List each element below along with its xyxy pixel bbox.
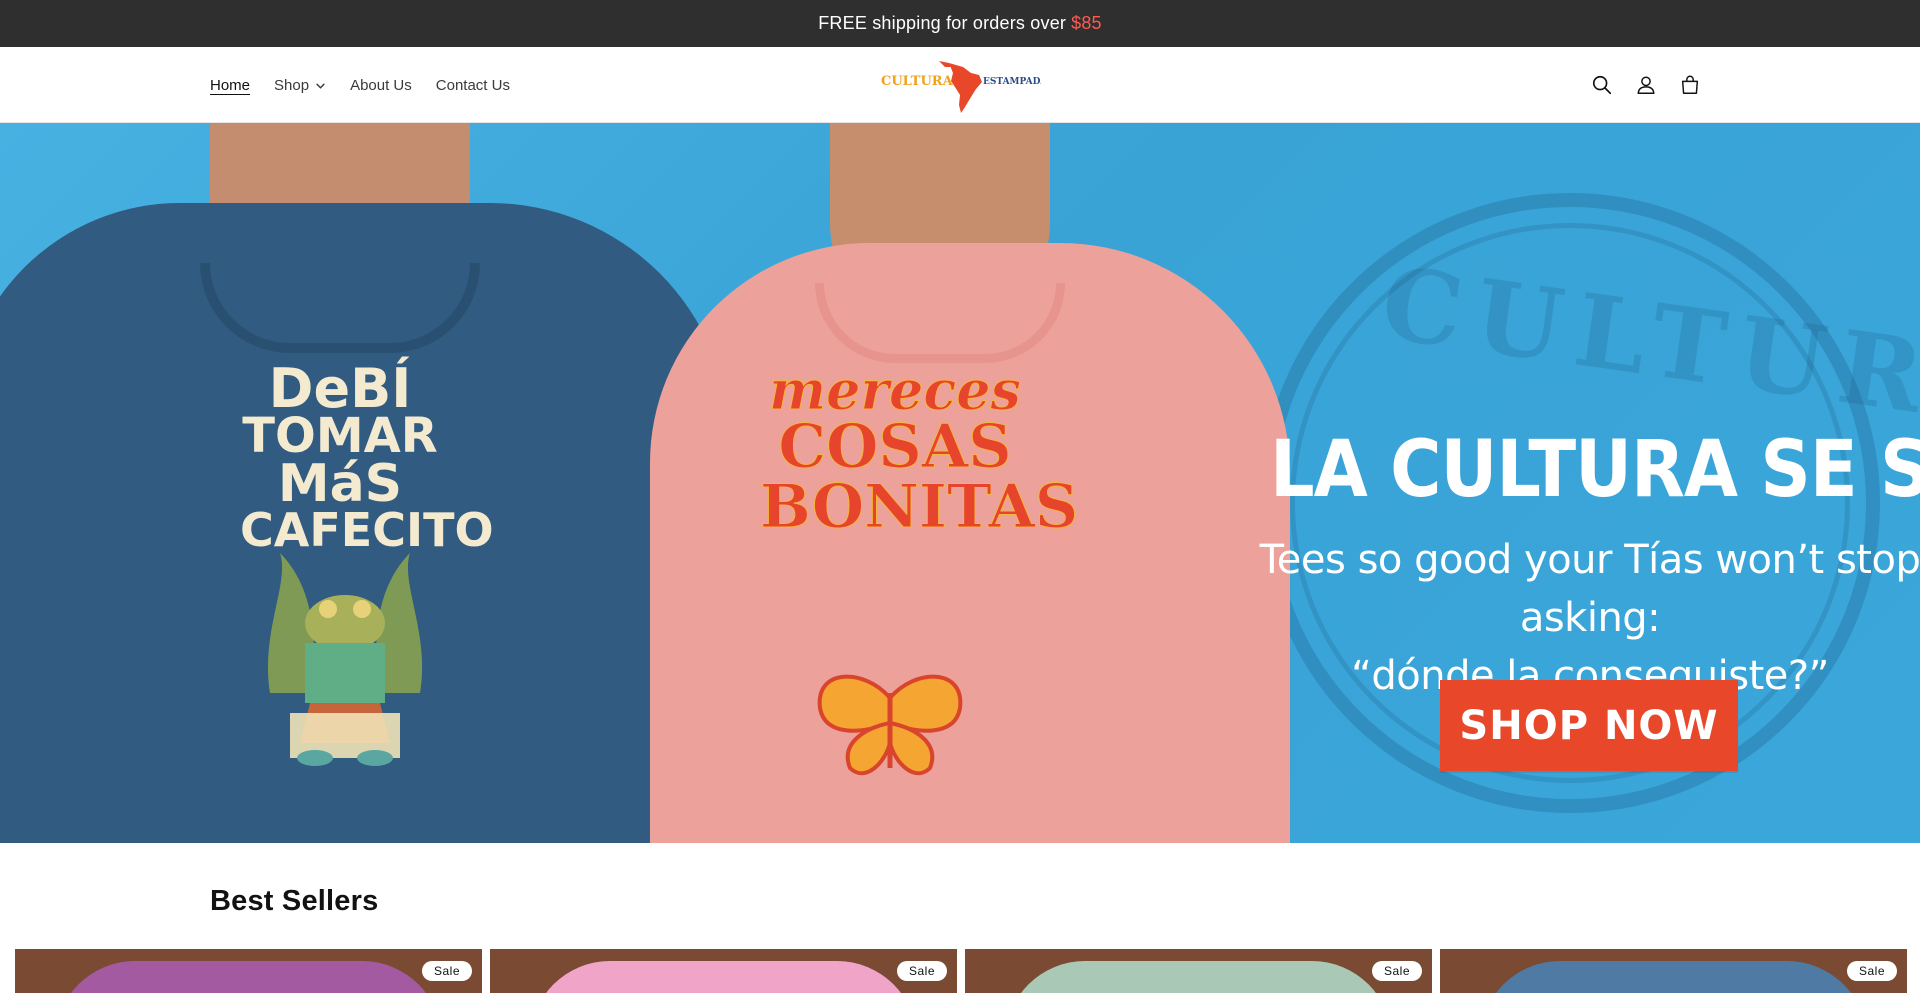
product-shirt [1005, 961, 1392, 993]
product-shirt [55, 961, 442, 993]
product-card[interactable]: Sale [490, 949, 957, 993]
nav-contact-us[interactable]: Contact Us [436, 77, 510, 94]
announcement-amount: $85 [1071, 13, 1102, 33]
latin-america-map-icon [949, 63, 982, 113]
product-image [490, 949, 957, 993]
product-card[interactable]: Sale [1440, 949, 1907, 993]
cart-button[interactable] [1678, 73, 1702, 97]
hero-banner: CULTURA DeBÍ TOMAR MáS CAFECITO mereces … [0, 123, 1920, 843]
search-button[interactable] [1590, 73, 1614, 97]
site-header: Home Shop About Us Contact Us CULTURA ES… [0, 47, 1920, 123]
sale-badge: Sale [896, 961, 947, 981]
hero-headline: LA CULTURA SE SIENTE [1270, 423, 1920, 515]
product-image [15, 949, 482, 993]
announcement-text: FREE shipping for orders over [818, 13, 1067, 33]
sale-badge: Sale [421, 961, 472, 981]
shop-now-button[interactable]: SHOP NOW [1440, 680, 1738, 771]
nav-about-us[interactable]: About Us [350, 77, 412, 94]
site-logo[interactable]: CULTURA ESTAMPADA [879, 55, 1041, 115]
nav-home[interactable]: Home [210, 77, 250, 94]
main-nav: Home Shop About Us Contact Us [210, 47, 510, 123]
nav-shop-label: Shop [274, 76, 310, 94]
product-shirt [1480, 961, 1867, 993]
search-icon [1592, 75, 1612, 95]
product-image [1440, 949, 1907, 993]
pink-tee-line: mereces [769, 358, 1022, 422]
announcement-bar: FREE shipping for orders over $85 [0, 0, 1920, 47]
pink-tee-line: COSAS [778, 412, 1012, 482]
logo-left-word: CULTURA [881, 74, 954, 89]
sale-badge: Sale [1846, 961, 1897, 981]
pink-tee-print: mereces COSAS BONITAS [760, 358, 1079, 542]
nav-about-label: About Us [350, 76, 412, 94]
pink-tee-line: BONITAS [760, 472, 1079, 542]
cart-icon [1681, 75, 1699, 94]
logo-right-word: ESTAMPADA [983, 77, 1041, 87]
best-sellers-section: Best Sellers Sale Sale Sale Sale [0, 843, 1920, 993]
account-button[interactable] [1634, 73, 1658, 97]
hero-subline: Tees so good your Tías won’t stop asking… [1259, 537, 1920, 641]
nav-shop[interactable]: Shop [274, 77, 326, 94]
hero-subheading: Tees so good your Tías won’t stop asking… [1250, 531, 1920, 705]
product-grid: Sale Sale Sale Sale [15, 949, 1907, 993]
butterfly-icon [817, 674, 963, 776]
nav-contact-label: Contact Us [435, 76, 510, 94]
blue-tee-line: MáS [277, 453, 403, 514]
chevron-down-icon [316, 82, 325, 89]
header-icons [1590, 47, 1702, 123]
product-card[interactable]: Sale [15, 949, 482, 993]
logo-graphic: CULTURA ESTAMPADA [881, 61, 1041, 113]
product-shirt [530, 961, 917, 993]
section-title: Best Sellers [210, 885, 379, 917]
blue-tee-line: DeBÍ [268, 357, 412, 420]
sale-badge: Sale [1371, 961, 1422, 981]
frog-illustration [267, 553, 423, 766]
account-icon [1637, 76, 1655, 94]
nav-home-label: Home [210, 76, 251, 94]
product-card[interactable]: Sale [965, 949, 1432, 993]
product-image [965, 949, 1432, 993]
blue-tee-print: DeBÍ TOMAR MáS CAFECITO [240, 357, 494, 553]
